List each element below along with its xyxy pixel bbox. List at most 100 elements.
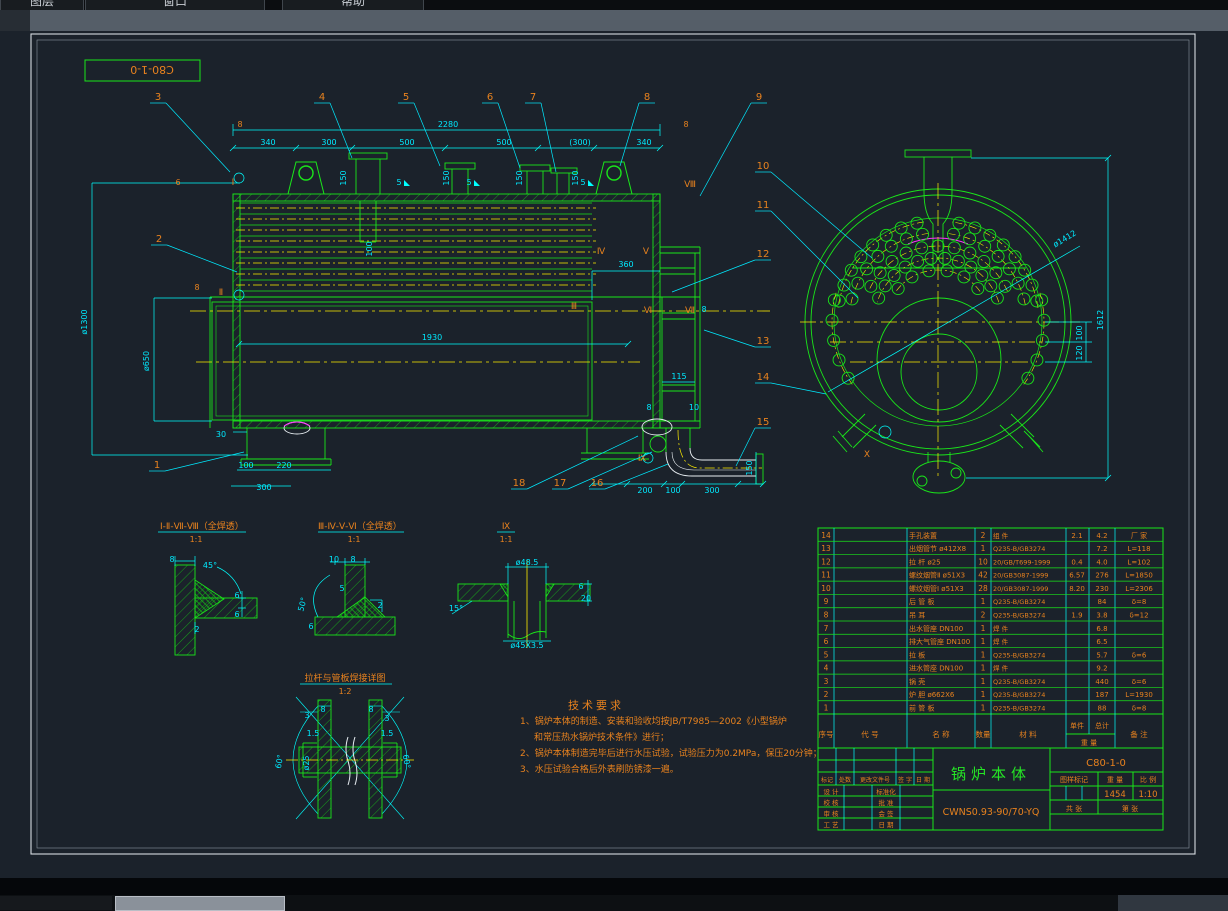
bom-cell: 6 xyxy=(824,637,829,646)
bom-cell: 吊 耳 xyxy=(909,612,925,620)
dim-label: 150 xyxy=(442,170,451,185)
role-countersign: 会 签 xyxy=(878,809,894,818)
dim-label: 5 xyxy=(396,178,401,187)
title-drawing-no: C80-1-0 xyxy=(1086,758,1126,769)
bom-cell: 28 xyxy=(978,584,988,593)
bom-cell: 1 xyxy=(981,544,986,553)
drawing-canvas[interactable]: C80-1-0 xyxy=(0,31,1228,878)
dim-label: ø48.5 xyxy=(516,558,539,567)
dim-label: 15° xyxy=(449,604,463,613)
bom-cell: 2 xyxy=(981,611,986,620)
bom-cell: Q235-B/GB3274 xyxy=(993,691,1045,699)
dim-label: 8 xyxy=(701,305,706,314)
balloon-number: 15 xyxy=(757,417,770,428)
bom-cell: Q235-B/GB3274 xyxy=(993,651,1045,659)
bom-cell: 3 xyxy=(824,677,829,686)
bom-cell: 440 xyxy=(1095,678,1108,686)
dim-label: 拉杆与管板焊接详图 xyxy=(304,672,385,684)
bom-cell: 20/GB/T699-1999 xyxy=(993,558,1050,566)
dim-label: 220 xyxy=(276,461,291,470)
bom-cell: 1 xyxy=(981,650,986,659)
bom-cell: L=2306 xyxy=(1125,585,1153,593)
balloon-number: 11 xyxy=(757,200,770,211)
dim-label: 8 xyxy=(350,555,355,564)
bom-cell: 4.2 xyxy=(1096,532,1107,540)
bom-cell: 焊 件 xyxy=(993,637,1009,646)
menu-item-window[interactable]: 窗口 xyxy=(85,0,265,10)
bom-cell: L=102 xyxy=(1127,558,1150,566)
bom-cell: 1 xyxy=(981,597,986,606)
menu-item-help[interactable]: 帮助 xyxy=(282,0,424,10)
bom-cell: L=118 xyxy=(1127,545,1150,553)
bom-cell: 1 xyxy=(981,637,986,646)
bom-header-unit: 单件 xyxy=(1070,721,1084,730)
bom-cell: 84 xyxy=(1098,598,1107,606)
role-check: 校 核 xyxy=(823,798,839,807)
bom-cell: δ=6 xyxy=(1132,651,1147,659)
rev-header-sign: 签 字 xyxy=(898,776,912,784)
bom-cell: 厂 家 xyxy=(1131,531,1147,540)
dim-label: 2 xyxy=(194,625,199,634)
tech-req-line: 1、锅炉本体的制造、安装和验收均按JB/T7985—2002《小型锅炉 xyxy=(520,714,830,730)
bom-cell: 20/GB3087-1999 xyxy=(993,585,1048,593)
bom-cell: 1 xyxy=(981,704,986,713)
dim-label: 2280 xyxy=(438,120,458,129)
dim-label: 10 xyxy=(329,555,339,564)
taskbar xyxy=(0,895,1228,911)
dim-label: 1.5 xyxy=(307,729,320,738)
dim-label: 150 xyxy=(571,170,580,185)
bom-cell: 炉 胆 ø662X6 xyxy=(909,690,955,699)
bom-cell: 2.1 xyxy=(1071,532,1082,540)
balloon-number: 18 xyxy=(513,478,526,489)
bom-cell: 组 件 xyxy=(993,531,1009,540)
bom-cell: 230 xyxy=(1095,585,1108,593)
balloon-number: 13 xyxy=(757,336,770,347)
dim-label: 1:1 xyxy=(190,535,203,544)
dim-label: Ⅰ xyxy=(232,178,235,188)
bom-header-weight: 重 量 xyxy=(1081,739,1097,747)
bom-cell: 螺纹烟管Ⅱ ø51X3 xyxy=(909,571,965,580)
bom-cell: 9 xyxy=(824,597,829,606)
dim-label: Ⅲ xyxy=(571,302,577,312)
bom-cell: 9.2 xyxy=(1096,665,1107,673)
title-scale-label: 比 例 xyxy=(1140,775,1156,784)
dim-label: Ⅶ xyxy=(685,306,695,316)
title-sheet-no: 第 张 xyxy=(1122,804,1138,813)
balloon-number: 4 xyxy=(319,92,325,103)
dim-label: 3 xyxy=(384,714,389,723)
dim-label: 150 xyxy=(515,170,524,185)
balloon-number: 6 xyxy=(487,92,493,103)
dim-label: ø650 xyxy=(142,351,151,371)
dim-label: 8 xyxy=(368,705,373,714)
role-review: 审 核 xyxy=(823,809,839,818)
menu-item-layers[interactable]: 图层 xyxy=(0,0,84,10)
bom-cell: 拉 杆 ø25 xyxy=(909,557,941,566)
bom-cell: 12 xyxy=(821,557,831,566)
status-strip xyxy=(0,878,1228,895)
balloon-number: 10 xyxy=(757,161,770,172)
bom-cell: 螺纹烟管Ⅰ ø51X3 xyxy=(909,584,964,593)
balloon-number: 9 xyxy=(756,92,762,103)
title-weight-label: 重 量 xyxy=(1107,776,1123,784)
toolbar-corner xyxy=(0,10,30,31)
bom-cell: 10 xyxy=(978,557,988,566)
dim-label: 8 xyxy=(646,403,651,412)
toolbar-band xyxy=(0,10,1228,31)
bom-header-total: 总计 xyxy=(1095,721,1109,730)
taskbar-corner xyxy=(0,896,112,910)
bom-cell: 7.2 xyxy=(1096,545,1107,553)
taskbar-button[interactable] xyxy=(115,896,285,911)
dim-label: 100 xyxy=(1075,325,1084,340)
bom-cell: 6.57 xyxy=(1069,572,1085,580)
dim-label: Ⅷ xyxy=(684,180,696,190)
dim-label: 8 xyxy=(194,283,199,292)
bom-cell: 出水管座 DN100 xyxy=(909,624,963,633)
dim-label: 6 xyxy=(234,610,239,619)
dim-label: 1.5 xyxy=(381,729,394,738)
bom-cell: 3.8 xyxy=(1096,612,1107,620)
role-standard: 标准化 xyxy=(876,787,896,796)
bom-cell: 拉 板 xyxy=(909,650,925,659)
bom-cell: 1 xyxy=(981,664,986,673)
bom-cell: 5 xyxy=(824,650,829,659)
dim-label: 340 xyxy=(260,138,275,147)
